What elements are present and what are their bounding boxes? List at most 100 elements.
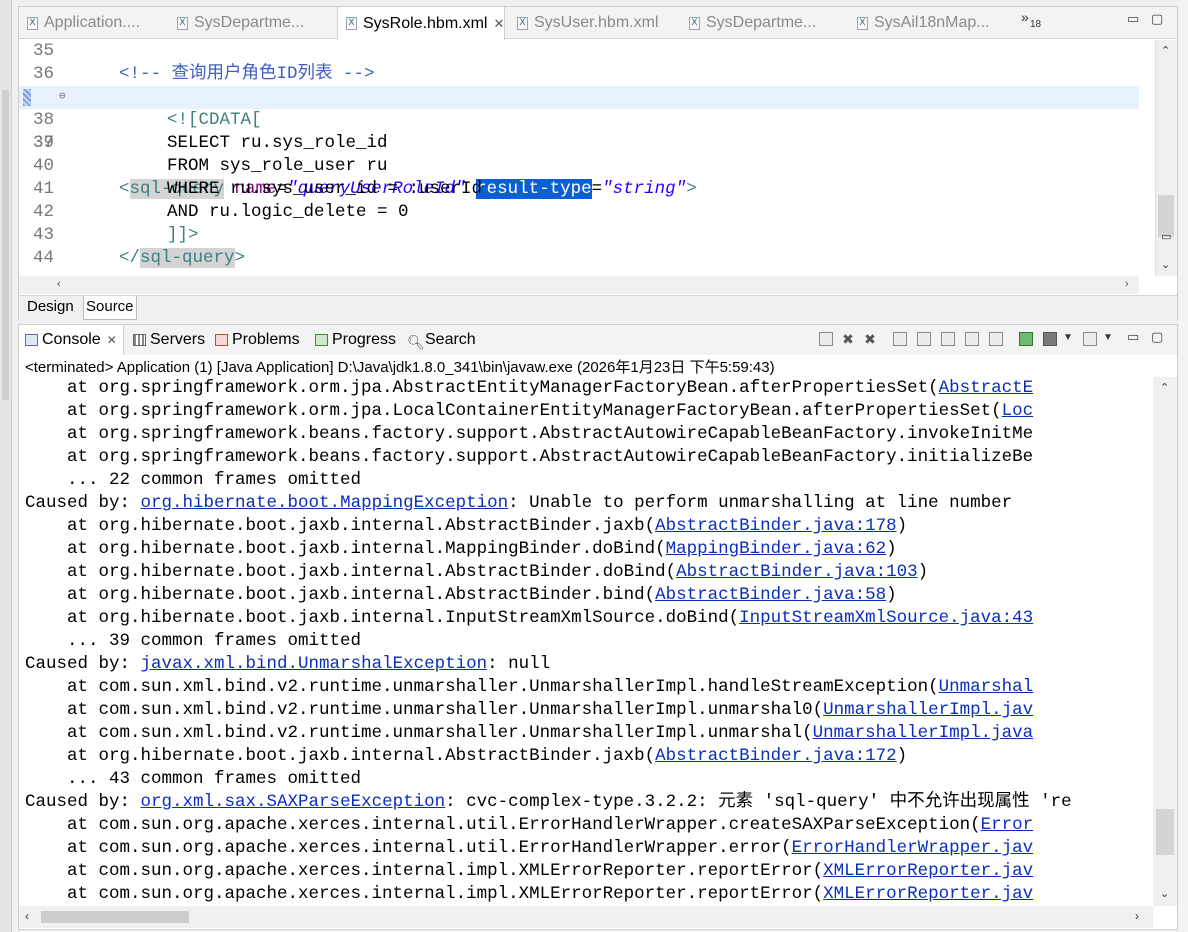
console-text: at com.sun.xml.bind.v2.runtime.unmarshal… [25,723,813,743]
console-link[interactable]: MappingBinder.java:62 [666,539,887,559]
left-edge-scrollbar[interactable] [0,0,12,932]
scroll-down-icon[interactable]: ⌄ [1161,258,1170,271]
remove-launch-icon[interactable]: ✖ [841,332,855,346]
console-link[interactable]: UnmarshallerImpl.java [813,723,1034,743]
editor-tab-sysdepartment-1[interactable]: X SysDepartme... [169,7,304,39]
console-text: at org.hibernate.boot.jaxb.internal.Abst… [25,746,656,766]
editor-tab-application[interactable]: X Application.... [19,7,140,39]
tab-servers[interactable]: Servers [133,325,205,355]
tab-progress[interactable]: Progress [315,325,396,355]
scroll-right-icon[interactable]: › [1125,278,1129,290]
left-scroll-thumb[interactable] [2,90,9,400]
console-text: at org.hibernate.boot.jaxb.internal.Inpu… [25,608,740,628]
minimize-icon[interactable]: ▭ [1127,329,1139,345]
line-number: 41 [33,179,55,199]
console-text: at org.hibernate.boot.jaxb.internal.Abst… [25,562,677,582]
console-text: at com.sun.org.apache.xerces.internal.im… [25,884,824,904]
show-on-stderr-icon[interactable] [989,332,1003,346]
console-text: at org.springframework.orm.jpa.LocalCont… [25,401,1002,421]
minimize-icon[interactable]: ▭ [1127,11,1139,27]
xml-close-tag: </sql-query> [119,247,245,270]
console-link[interactable]: Loc [1002,401,1034,421]
tab-design[interactable]: Design [25,296,76,320]
console-horizontal-scrollbar[interactable]: ‹ › [19,906,1153,928]
tab-overflow-count[interactable]: 18 [1030,19,1041,30]
console-line: Caused by: javax.xml.bind.UnmarshalExcep… [19,653,1153,676]
console-link[interactable]: AbstractBinder.java:58 [655,585,886,605]
tab-search[interactable]: 🔍︎ Search [407,325,476,355]
console-link[interactable]: XMLErrorReporter.jav [823,861,1033,881]
editor-tab-sysai18nmap[interactable]: X SysAil18nMap... [849,7,990,39]
scroll-right-icon[interactable]: › [1135,909,1139,923]
line-number: 44 [33,248,55,268]
line-number: 36 [33,64,55,84]
remove-all-terminated-icon[interactable]: ✖ [863,332,877,346]
maximize-icon[interactable]: ▢ [1151,11,1163,27]
tab-problems[interactable]: Problems [215,325,300,355]
console-text: at org.springframework.beans.factory.sup… [25,447,1034,467]
console-vertical-scrollbar[interactable]: ⌃ ⌄ [1153,377,1177,906]
console-link[interactable]: XMLErrorReporter.jav [823,884,1033,904]
console-link[interactable]: org.hibernate.boot.MappingException [141,493,509,513]
scroll-lock-icon[interactable] [917,332,931,346]
editor-tabbar: X Application.... X SysDepartme... X SysRol… [19,7,1177,40]
scroll-left-icon[interactable]: ‹ [57,278,61,290]
scroll-up-icon[interactable]: ⌃ [1160,381,1169,394]
xml-file-icon: X [689,16,700,30]
console-link[interactable]: InputStreamXmlSource.java:43 [739,608,1033,628]
close-icon[interactable]: ✕ [107,333,117,347]
console-text: ) [886,585,897,605]
show-on-stdout-icon[interactable] [965,332,979,346]
cdata-start: <![CDATA[ [167,110,262,130]
scroll-thumb[interactable] [41,911,189,923]
tab-label: SysDepartme... [194,14,305,31]
console-link[interactable]: AbstractBinder.java:103 [676,562,918,582]
code-line: 39 SELECT ru.sys_role_id [19,132,1139,155]
console-line: at com.sun.org.apache.xerces.internal.im… [19,883,1153,906]
console-output[interactable]: at org.springframework.orm.jpa.AbstractE… [19,377,1153,906]
console-link[interactable]: AbstractBinder.java:178 [655,516,897,536]
console-link[interactable]: AbstractBinder.java:172 [655,746,897,766]
terminate-icon[interactable] [819,332,833,346]
console-line: at com.sun.xml.bind.v2.runtime.unmarshal… [19,699,1153,722]
console-tabbar: Console ✕ Servers Problems Progress 🔍︎ Sea… [19,325,1177,355]
maximize-icon[interactable]: ▢ [1151,329,1163,345]
tab-source[interactable]: Source [83,296,137,320]
clear-console-icon[interactable] [893,332,907,346]
display-console-icon[interactable] [1043,332,1057,346]
console-link[interactable]: org.xml.sax.SAXParseException [141,792,446,812]
fold-toggle-icon[interactable]: ⊖ [59,86,66,109]
tab-console[interactable]: Console ✕ [19,325,124,355]
scroll-thumb[interactable] [1156,809,1174,855]
console-line: at org.hibernate.boot.jaxb.internal.Abst… [19,561,1153,584]
close-icon[interactable]: ✕ [493,16,504,32]
console-link[interactable]: javax.xml.bind.UnmarshalException [141,654,488,674]
xml-file-icon: X [27,16,38,30]
editor-tab-sysrole[interactable]: X SysRole.hbm.xml ✕ [337,7,506,40]
chevron-down-icon[interactable]: ▼ [1103,332,1113,343]
editor-tab-sysuser[interactable]: X SysUser.hbm.xml [509,7,658,39]
scroll-left-icon[interactable]: ‹ [25,909,29,923]
pin-console-icon[interactable] [1019,332,1033,346]
console-line: at com.sun.org.apache.xerces.internal.im… [19,860,1153,883]
scroll-down-icon[interactable]: ⌄ [1160,887,1169,900]
open-console-icon[interactable] [1083,332,1097,346]
console-link[interactable]: UnmarshallerImpl.jav [823,700,1033,720]
console-link[interactable]: Error [981,815,1034,835]
console-line: at com.sun.xml.bind.v2.runtime.unmarshal… [19,722,1153,745]
word-wrap-icon[interactable] [941,332,955,346]
console-text: at com.sun.org.apache.xerces.internal.ut… [25,815,981,835]
scroll-up-icon[interactable]: ⌃ [1161,44,1170,57]
code-editor[interactable]: 35 36 <!-- 查询用户角色ID列表 --> 37 ⊖ <sql-query… [19,40,1139,276]
console-link[interactable]: ErrorHandlerWrapper.jav [792,838,1034,858]
tab-overflow-chevron-icon[interactable]: » [1021,9,1029,25]
console-text: at com.sun.org.apache.xerces.internal.im… [25,861,824,881]
console-link[interactable]: Unmarshal [939,677,1034,697]
right-edge [1179,0,1188,932]
editor-tab-sysdepartment-2[interactable]: X SysDepartme... [681,7,816,39]
console-link[interactable]: AbstractE [939,378,1034,398]
chevron-down-icon[interactable]: ▼ [1063,332,1073,343]
editor-vertical-scrollbar[interactable]: ⌃ ▭ ⌄ [1155,40,1177,276]
editor-horizontal-scrollbar[interactable]: ‹ › [19,276,1139,294]
xml-file-icon: X [177,16,188,30]
